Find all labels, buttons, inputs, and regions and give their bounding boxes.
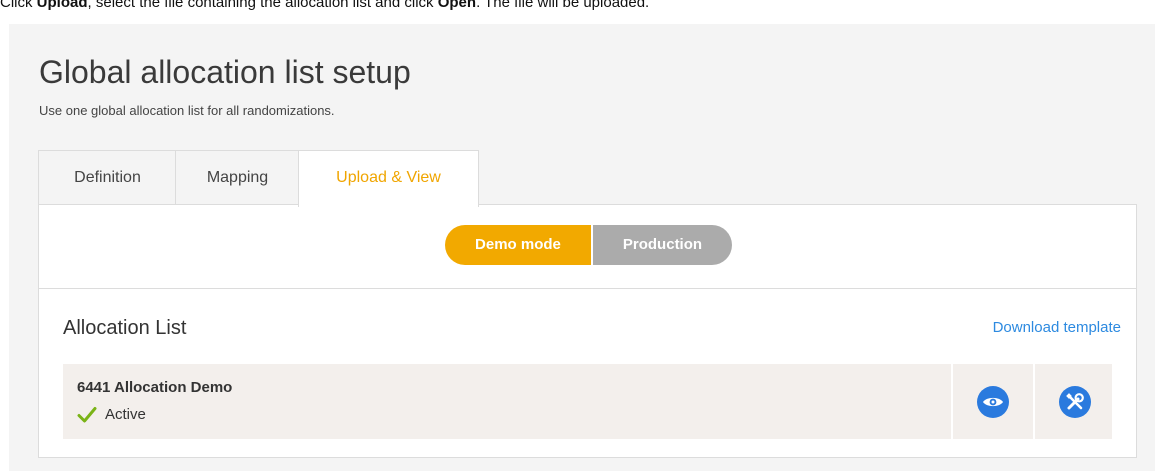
instruction-part: . The file will be uploaded. bbox=[476, 0, 650, 11]
allocation-list-row: 6441 Allocation Demo Active bbox=[63, 364, 1112, 439]
download-template-link[interactable]: Download template bbox=[993, 318, 1121, 338]
tools-button[interactable] bbox=[1058, 385, 1091, 418]
tools-icon bbox=[1065, 392, 1085, 412]
instruction-open-term: Open bbox=[437, 0, 477, 11]
allocation-list-title: Allocation List bbox=[63, 317, 187, 339]
tab-upload-view[interactable]: Upload & View bbox=[298, 150, 479, 207]
tab-content: Demo mode Production Allocation List Dow… bbox=[38, 204, 1137, 458]
instruction-part: , select the file containing the allocat… bbox=[87, 0, 438, 11]
view-button[interactable] bbox=[977, 385, 1009, 418]
instruction-part: Click bbox=[0, 0, 37, 11]
settings-cell bbox=[1033, 364, 1114, 439]
tab-mapping[interactable]: Mapping bbox=[175, 150, 299, 205]
setup-panel: Global allocation list setup Use one glo… bbox=[9, 24, 1155, 471]
mode-toggle: Demo mode Production bbox=[445, 225, 732, 265]
eye-icon bbox=[982, 395, 1004, 409]
production-mode-button[interactable]: Production bbox=[590, 225, 732, 265]
tab-definition[interactable]: Definition bbox=[38, 150, 176, 205]
page-title: Global allocation list setup bbox=[39, 54, 411, 90]
status-label: Active bbox=[105, 406, 146, 423]
view-cell bbox=[951, 364, 1033, 439]
allocation-status: Active bbox=[77, 405, 146, 425]
demo-mode-button[interactable]: Demo mode bbox=[445, 225, 591, 265]
page-subtitle: Use one global allocation list for all r… bbox=[39, 103, 335, 118]
divider bbox=[39, 288, 1136, 289]
checkmark-icon bbox=[77, 406, 97, 424]
instruction-text: Click Upload, select the file containing… bbox=[0, 0, 1155, 13]
allocation-name: 6441 Allocation Demo bbox=[77, 379, 233, 396]
instruction-upload-term: Upload bbox=[36, 0, 88, 11]
